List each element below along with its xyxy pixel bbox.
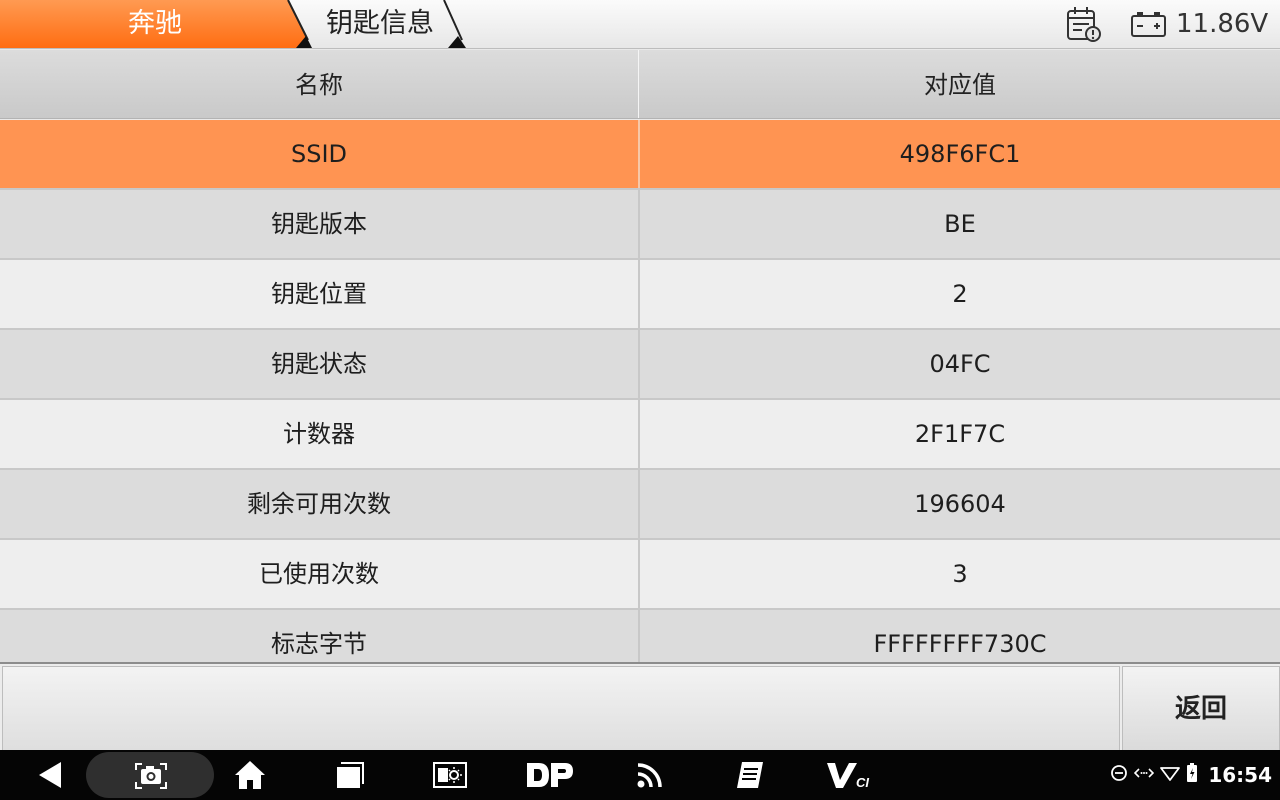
row-name: 已使用次数 (0, 540, 640, 608)
action-bar: 返回 (0, 662, 1280, 752)
home-icon[interactable] (228, 750, 272, 800)
screenshot-icon[interactable] (128, 750, 174, 800)
column-header-name: 名称 (0, 50, 639, 118)
column-header-value: 对应值 (924, 71, 996, 99)
row-value: 2F1F7C (914, 420, 1006, 448)
vci-icon[interactable]: CI (824, 750, 876, 800)
table-row[interactable]: 标志字节 FFFFFFFF730C (0, 610, 1280, 662)
row-name: 钥匙状态 (0, 330, 640, 398)
row-name: 剩余可用次数 (0, 470, 640, 538)
dp-icon[interactable] (522, 750, 578, 800)
battery-voltage: 11.86V (1176, 9, 1269, 39)
row-name: 计数器 (0, 400, 640, 468)
breadcrumb: 奔驰 钥匙信息 (0, 0, 470, 48)
row-value: 498F6FC1 (899, 140, 1021, 168)
breadcrumb-item-brand[interactable]: 奔驰 (0, 0, 310, 48)
brightness-icon[interactable] (428, 750, 472, 800)
clock: 16:54 (1208, 763, 1272, 787)
table-row[interactable]: 已使用次数 3 (0, 540, 1280, 610)
wifi-icon (1160, 764, 1181, 786)
top-bar: 奔驰 钥匙信息 11.86V (0, 0, 1280, 49)
table-row[interactable]: 钥匙状态 04FC (0, 330, 1280, 400)
table-row[interactable]: 钥匙位置 2 (0, 260, 1280, 330)
back-button[interactable]: 返回 (1122, 666, 1280, 752)
table-row[interactable]: 剩余可用次数 196604 (0, 470, 1280, 540)
row-value: 04FC (929, 350, 991, 378)
car-battery-icon (1130, 10, 1168, 42)
key-info-table: 名称 对应值 SSID 498F6FC1 钥匙版本 BE 钥匙位置 2 钥匙状态… (0, 50, 1280, 662)
calendar-alert-icon[interactable] (1064, 6, 1104, 48)
notes-icon[interactable] (728, 750, 772, 800)
row-value: FFFFFFFF730C (873, 630, 1047, 658)
recent-apps-icon[interactable] (328, 750, 372, 800)
battery-icon (1186, 763, 1198, 787)
system-nav-bar: CI 16:54 (0, 750, 1280, 800)
row-value: 3 (952, 560, 968, 588)
row-name: 钥匙版本 (0, 190, 640, 258)
dnd-icon (1110, 764, 1128, 786)
row-name: 钥匙位置 (0, 260, 640, 328)
row-value: 2 (952, 280, 968, 308)
message-area (2, 666, 1120, 752)
rss-icon[interactable] (628, 750, 672, 800)
row-value: BE (944, 210, 976, 238)
status-area: 16:54 (1110, 750, 1272, 800)
table-row[interactable]: SSID 498F6FC1 (0, 120, 1280, 190)
back-icon[interactable] (28, 750, 72, 800)
breadcrumb-item-key-info[interactable]: 钥匙信息 (326, 0, 434, 48)
row-name: SSID (0, 120, 640, 188)
table-row[interactable]: 钥匙版本 BE (0, 190, 1280, 260)
table-row[interactable]: 计数器 2F1F7C (0, 400, 1280, 470)
row-value: 196604 (914, 490, 1006, 518)
data-transfer-icon (1134, 764, 1155, 786)
svg-text:CI: CI (856, 775, 869, 790)
row-name: 标志字节 (0, 610, 640, 662)
table-header: 名称 对应值 (0, 50, 1280, 119)
